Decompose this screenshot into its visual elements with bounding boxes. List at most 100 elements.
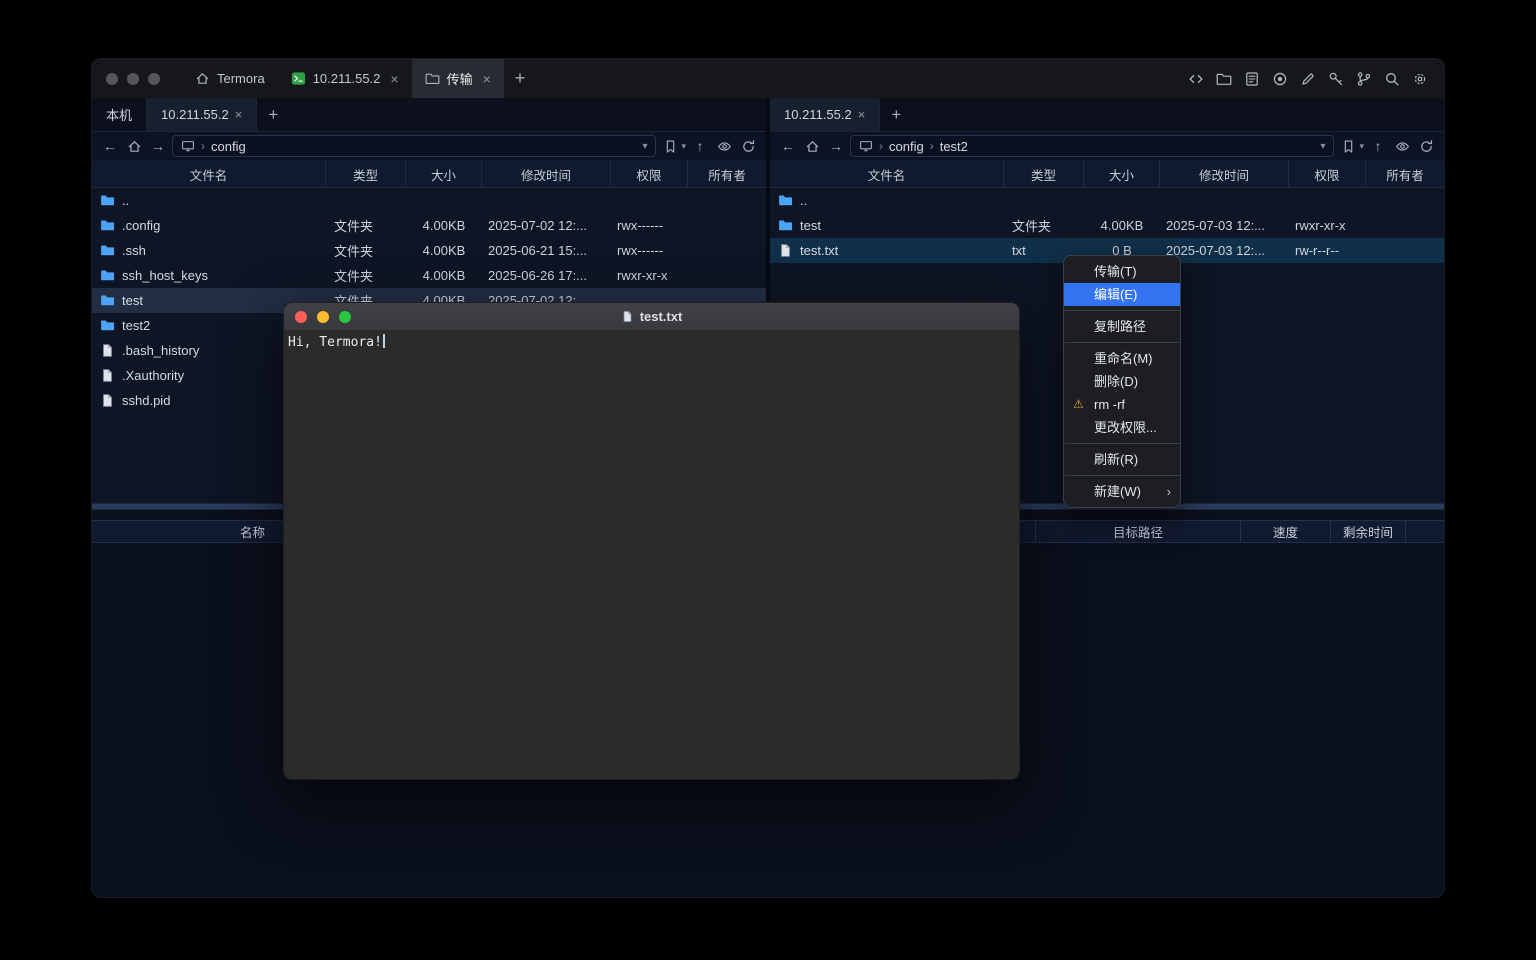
right-table-header: 文件名 类型 大小 修改时间 权限 所有者 <box>770 161 1444 188</box>
pane-tab-local[interactable]: 本机 <box>92 98 147 131</box>
menu-item-change-permissions[interactable]: 更改权限... <box>1064 416 1180 439</box>
path-segment[interactable]: test2 <box>940 139 968 154</box>
file-row[interactable]: .ssh 文件夹 4.00KB 2025-06-21 15:... rwx---… <box>92 238 766 263</box>
column-header-name[interactable]: 文件名 <box>92 161 326 187</box>
home-button[interactable] <box>124 135 144 157</box>
editor-content[interactable]: Hi, Termora! <box>284 331 1019 780</box>
code-icon[interactable] <box>1188 71 1204 87</box>
file-row[interactable]: ssh_host_keys 文件夹 4.00KB 2025-06-26 17:.… <box>92 263 766 288</box>
column-header-modified[interactable]: 修改时间 <box>482 161 611 187</box>
log-icon[interactable] <box>1244 71 1260 87</box>
file-modified-cell: 2025-07-03 12:... <box>1160 213 1289 238</box>
refresh-button[interactable] <box>1416 135 1436 157</box>
path-segment[interactable]: config <box>889 139 924 154</box>
eye-icon <box>717 139 732 154</box>
chevron-icon: › <box>930 139 934 153</box>
minimize-window-button[interactable] <box>317 311 329 323</box>
menu-item-copy-path[interactable]: 复制路径 <box>1064 315 1180 338</box>
column-header-name[interactable]: 文件名 <box>770 161 1004 187</box>
column-header-perms[interactable]: 权限 <box>611 161 688 187</box>
bookmark-caret[interactable]: ▾ <box>681 141 686 152</box>
up-directory-button[interactable]: ↑ <box>690 135 710 157</box>
tab-label: Termora <box>217 71 265 86</box>
new-pane-tab-button[interactable]: + <box>880 98 912 131</box>
column-header-size[interactable]: 大小 <box>406 161 482 187</box>
close-tab-icon[interactable]: × <box>858 107 866 122</box>
tab-termora-home[interactable]: Termora <box>182 59 278 98</box>
bookmark-button[interactable] <box>1338 135 1358 157</box>
editor-titlebar: test.txt <box>284 303 1019 331</box>
home-button[interactable] <box>802 135 822 157</box>
file-perms-cell: rwx------ <box>611 238 688 263</box>
menu-item-transfer[interactable]: 传输(T) <box>1064 260 1180 283</box>
transfer-column-target-path[interactable]: 目标路径 <box>1036 521 1241 542</box>
context-menu: 传输(T) 编辑(E) 复制路径 重命名(M) 删除(D) ⚠rm -rf 更改… <box>1063 255 1181 508</box>
menu-item-new[interactable]: 新建(W)› <box>1064 480 1180 503</box>
menu-item-edit[interactable]: 编辑(E) <box>1064 283 1180 306</box>
back-button[interactable]: ← <box>778 135 798 157</box>
folder-icon[interactable] <box>1216 71 1232 87</box>
refresh-button[interactable] <box>738 135 758 157</box>
transfer-column-remaining[interactable]: 剩余时间 <box>1331 521 1406 542</box>
breadcrumb[interactable]: › config › test2 ▾ <box>850 135 1334 157</box>
new-tab-button[interactable]: + <box>504 68 537 89</box>
close-window-button[interactable] <box>295 311 307 323</box>
file-owner-cell <box>688 213 766 238</box>
traffic-lights <box>92 73 182 85</box>
up-directory-button[interactable]: ↑ <box>1368 135 1388 157</box>
transfer-column-speed[interactable]: 速度 <box>1241 521 1331 542</box>
path-segment[interactable]: config <box>211 139 246 154</box>
file-size-cell <box>406 188 482 213</box>
column-header-modified[interactable]: 修改时间 <box>1160 161 1289 187</box>
close-tab-icon[interactable]: × <box>390 71 398 87</box>
branch-icon[interactable] <box>1356 71 1372 87</box>
pane-tab-host[interactable]: 10.211.55.2 × <box>147 98 257 131</box>
column-header-owner[interactable]: 所有者 <box>688 161 766 187</box>
file-type-cell <box>326 188 406 213</box>
pane-tab-host[interactable]: 10.211.55.2 × <box>770 98 880 131</box>
column-header-type[interactable]: 类型 <box>326 161 406 187</box>
menu-item-rename[interactable]: 重命名(M) <box>1064 347 1180 370</box>
zoom-window-button[interactable] <box>339 311 351 323</box>
zoom-window-button[interactable] <box>148 73 160 85</box>
close-tab-icon[interactable]: × <box>483 71 491 87</box>
tab-transfer[interactable]: 传输 × <box>412 59 504 98</box>
edit-icon[interactable] <box>1300 71 1316 87</box>
close-window-button[interactable] <box>106 73 118 85</box>
settings-icon[interactable] <box>1412 71 1428 87</box>
path-dropdown-caret[interactable]: ▾ <box>642 141 647 152</box>
menu-item-refresh[interactable]: 刷新(R) <box>1064 448 1180 471</box>
right-file-list: .. test 文件夹 4.00KB 2025-07-03 12:... rwx… <box>770 188 1444 263</box>
file-row[interactable]: .. <box>92 188 766 213</box>
search-icon[interactable] <box>1384 71 1400 87</box>
menu-item-delete[interactable]: 删除(D) <box>1064 370 1180 393</box>
forward-button[interactable]: → <box>826 135 846 157</box>
bookmark-icon <box>663 139 678 154</box>
close-tab-icon[interactable]: × <box>235 107 243 122</box>
file-row[interactable]: .config 文件夹 4.00KB 2025-07-02 12:... rwx… <box>92 213 766 238</box>
file-name: .config <box>122 218 160 233</box>
file-name: .. <box>122 193 129 208</box>
file-row[interactable]: test 文件夹 4.00KB 2025-07-03 12:... rwxr-x… <box>770 213 1444 238</box>
minimize-window-button[interactable] <box>127 73 139 85</box>
new-pane-tab-button[interactable]: + <box>257 98 289 131</box>
menu-item-rm-rf[interactable]: ⚠rm -rf <box>1064 393 1180 416</box>
key-icon[interactable] <box>1328 71 1344 87</box>
show-hidden-button[interactable] <box>714 135 734 157</box>
forward-button[interactable]: → <box>148 135 168 157</box>
column-header-owner[interactable]: 所有者 <box>1366 161 1444 187</box>
column-header-size[interactable]: 大小 <box>1084 161 1160 187</box>
tab-host-session[interactable]: 10.211.55.2 × <box>278 59 412 98</box>
record-icon[interactable] <box>1272 71 1288 87</box>
show-hidden-button[interactable] <box>1392 135 1412 157</box>
back-button[interactable]: ← <box>100 135 120 157</box>
breadcrumb[interactable]: › config ▾ <box>172 135 656 157</box>
column-header-perms[interactable]: 权限 <box>1289 161 1366 187</box>
file-row[interactable]: .. <box>770 188 1444 213</box>
column-header-type[interactable]: 类型 <box>1004 161 1084 187</box>
bookmark-button[interactable] <box>660 135 680 157</box>
file-modified-cell: 2025-06-21 15:... <box>482 238 611 263</box>
bookmark-caret[interactable]: ▾ <box>1359 141 1364 152</box>
path-dropdown-caret[interactable]: ▾ <box>1320 141 1325 152</box>
file-perms-cell: rwx------ <box>611 213 688 238</box>
